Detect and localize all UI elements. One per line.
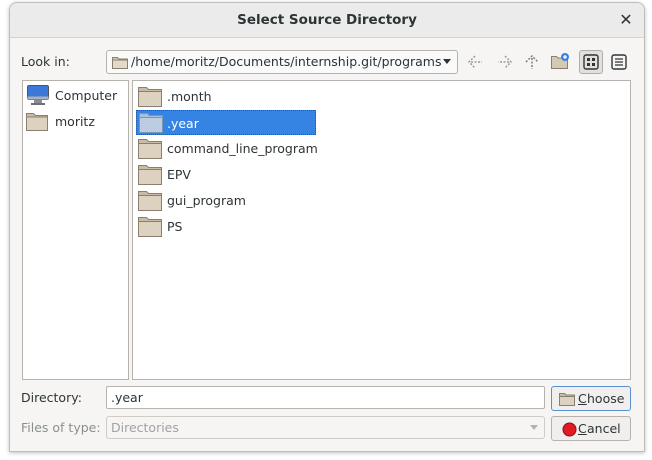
files-of-type-label: Files of type:: [21, 420, 101, 435]
choose-button-mnemonic: C: [578, 391, 587, 406]
look-in-path: /home/moritz/Documents/internship.git/pr…: [131, 54, 442, 69]
folder-icon: [559, 393, 575, 406]
look-in-label: Look in:: [21, 54, 70, 69]
dialog-window: Select Source Directory ✕ Look in: /home…: [9, 2, 645, 452]
places-sidebar[interactable]: Computer moritz: [22, 80, 129, 380]
folder-icon: [139, 113, 163, 133]
cancel-button[interactable]: C ancel: [551, 416, 631, 441]
new-folder-button[interactable]: [548, 50, 572, 74]
sidebar-item-moritz[interactable]: moritz: [23, 109, 128, 135]
folder-icon: [26, 113, 48, 131]
list-item[interactable]: .month: [136, 84, 316, 109]
file-name: .month: [167, 89, 212, 104]
chevron-down-icon: [530, 425, 538, 430]
cancel-button-mnemonic: C: [578, 421, 587, 436]
list-item[interactable]: command_line_program: [136, 136, 318, 161]
cancel-button-label: ancel: [587, 421, 621, 436]
directory-input[interactable]: .year: [106, 386, 545, 409]
look-in-path-combo[interactable]: /home/moritz/Documents/internship.git/pr…: [106, 50, 458, 74]
list-item[interactable]: PS: [136, 214, 316, 239]
cancel-icon: [562, 422, 577, 437]
file-name: gui_program: [167, 193, 246, 208]
folder-icon: [138, 139, 162, 159]
files-of-type-combo: Directories: [106, 416, 545, 439]
icon-view-button[interactable]: [579, 50, 603, 74]
back-button[interactable]: [464, 50, 488, 74]
files-of-type-value: Directories: [111, 420, 179, 435]
sidebar-item-label: moritz: [55, 114, 95, 129]
choose-button-label: hoose: [587, 391, 625, 406]
file-name: command_line_program: [167, 141, 318, 156]
list-item[interactable]: EPV: [136, 162, 316, 187]
forward-button[interactable]: [492, 50, 516, 74]
choose-button[interactable]: C hoose: [551, 386, 631, 411]
file-list-pane[interactable]: .month .year command_line_program EPV gu…: [132, 80, 631, 380]
sidebar-item-label: Computer: [55, 88, 118, 103]
file-name: EPV: [167, 167, 191, 182]
back-icon: [467, 55, 482, 69]
detail-view-button[interactable]: [607, 50, 631, 74]
file-name: PS: [167, 219, 183, 234]
sidebar-item-computer[interactable]: Computer: [23, 83, 128, 109]
file-name: .year: [167, 116, 199, 131]
detail-view-icon: [611, 54, 627, 70]
list-item[interactable]: .year: [136, 110, 316, 135]
folder-icon: [138, 217, 162, 237]
directory-value: .year: [111, 390, 143, 405]
folder-icon: [138, 87, 162, 107]
title-bar[interactable]: Select Source Directory ✕: [10, 3, 644, 38]
forward-icon: [498, 55, 513, 69]
new-folder-icon: [551, 53, 569, 69]
folder-icon: [138, 165, 162, 185]
parent-directory-button[interactable]: [520, 50, 544, 74]
folder-icon: [112, 57, 128, 69]
close-button[interactable]: ✕: [614, 8, 638, 32]
computer-icon: [27, 85, 49, 105]
dialog-title: Select Source Directory: [237, 12, 417, 28]
chevron-down-icon: [443, 59, 451, 64]
directory-label: Directory:: [21, 390, 82, 405]
folder-icon: [138, 191, 162, 211]
list-item[interactable]: gui_program: [136, 188, 316, 213]
icon-view-icon: [583, 54, 599, 70]
parent-directory-icon: [525, 54, 539, 69]
